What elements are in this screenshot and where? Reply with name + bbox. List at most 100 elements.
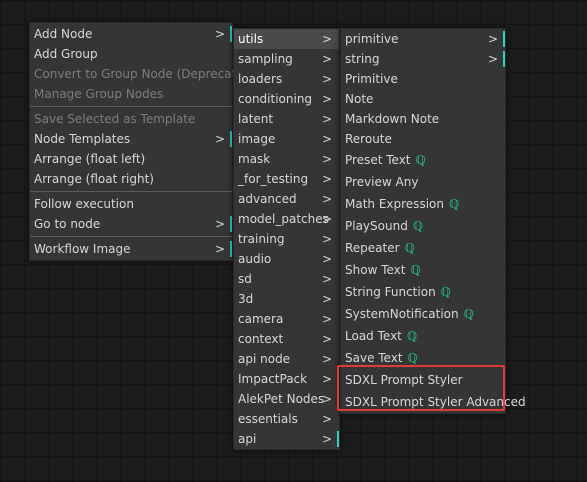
utils-item-preset-text[interactable]: Preset Text ℚ bbox=[341, 149, 505, 171]
menu-item-label: Manage Group Nodes bbox=[34, 87, 164, 101]
menu-item-arrange-float-right[interactable]: Arrange (float right) bbox=[30, 169, 232, 189]
menu-item-label: Workflow Image bbox=[34, 242, 131, 256]
menu-item-label: audio bbox=[238, 252, 272, 266]
utils-item-systemnotification[interactable]: SystemNotification ℚ bbox=[341, 303, 505, 325]
menu-item-label: Arrange (float left) bbox=[34, 152, 146, 166]
menu-item-label: SDXL Prompt Styler bbox=[345, 373, 463, 387]
category-item-advanced[interactable]: advanced > bbox=[234, 189, 339, 209]
menu-separator bbox=[30, 191, 232, 192]
menu-item-arrange-float-left[interactable]: Arrange (float left) bbox=[30, 149, 232, 169]
menu-item-label: Save Selected as Template bbox=[34, 112, 196, 126]
utils-item-string-function[interactable]: String Function ℚ bbox=[341, 281, 505, 303]
category-item-training[interactable]: training > bbox=[234, 229, 339, 249]
menu-separator bbox=[30, 106, 232, 107]
node-badge-icon: ℚ bbox=[406, 329, 418, 343]
category-item-context[interactable]: context > bbox=[234, 329, 339, 349]
category-item-mask[interactable]: mask > bbox=[234, 149, 339, 169]
menu-item-label: Math Expression bbox=[345, 197, 444, 211]
chevron-right-icon: > bbox=[321, 272, 332, 286]
menu-item-label: sd bbox=[238, 272, 252, 286]
chevron-right-icon: > bbox=[321, 312, 332, 326]
category-item-camera[interactable]: camera > bbox=[234, 309, 339, 329]
submenu-indicator bbox=[503, 51, 505, 67]
menu-item-label: utils bbox=[238, 32, 264, 46]
submenu-indicator bbox=[230, 241, 232, 257]
chevron-right-icon: > bbox=[321, 252, 332, 266]
category-item-sd[interactable]: sd > bbox=[234, 269, 339, 289]
menu-item-label: Load Text bbox=[345, 329, 402, 343]
menu-item-label: sampling bbox=[238, 52, 293, 66]
category-item-sampling[interactable]: sampling > bbox=[234, 49, 339, 69]
menu-item-manage-group-nodes: Manage Group Nodes bbox=[30, 84, 232, 104]
utils-item-string[interactable]: string > bbox=[341, 49, 505, 69]
utils-item-sdxl-prompt-styler-advanced[interactable]: SDXL Prompt Styler Advanced bbox=[341, 391, 526, 413]
utils-item-note[interactable]: Note bbox=[341, 89, 505, 109]
menu-item-label: Markdown Note bbox=[345, 112, 440, 126]
node-badge-icon: ℚ bbox=[415, 153, 426, 167]
utils-item-repeater[interactable]: Repeater ℚ bbox=[341, 237, 505, 259]
category-item-loaders[interactable]: loaders > bbox=[234, 69, 339, 89]
category-item-audio[interactable]: audio > bbox=[234, 249, 339, 269]
menu-item-label: SDXL Prompt Styler Advanced bbox=[345, 395, 526, 409]
category-item-api[interactable]: api > bbox=[234, 429, 339, 449]
chevron-right-icon: > bbox=[321, 192, 332, 206]
menu-item-label: Go to node bbox=[34, 217, 101, 231]
category-item-latent[interactable]: latent > bbox=[234, 109, 339, 129]
category-item-api-node[interactable]: api node > bbox=[234, 349, 339, 369]
utils-item-playsound[interactable]: PlaySound ℚ bbox=[341, 215, 505, 237]
menu-item-add-node[interactable]: Add Node > bbox=[30, 24, 232, 44]
utils-item-sdxl-prompt-styler[interactable]: SDXL Prompt Styler bbox=[341, 369, 505, 391]
utils-item-primitive[interactable]: primitive > bbox=[341, 29, 505, 49]
menu-item-label: latent bbox=[238, 112, 274, 126]
chevron-right-icon: > bbox=[214, 242, 225, 256]
chevron-right-icon: > bbox=[321, 92, 332, 106]
menu-item-add-group[interactable]: Add Group bbox=[30, 44, 232, 64]
utils-item-primitive[interactable]: Primitive bbox=[341, 69, 505, 89]
menu-item-label: essentials bbox=[238, 412, 298, 426]
category-item-image[interactable]: image > bbox=[234, 129, 339, 149]
menu-item-label: image bbox=[238, 132, 276, 146]
category-item-alekpet-nodes[interactable]: AlekPet Nodes > bbox=[234, 389, 339, 409]
chevron-right-icon: > bbox=[214, 27, 225, 41]
utils-item-markdown-note[interactable]: Markdown Note bbox=[341, 109, 505, 129]
category-item-model-patches[interactable]: model_patches > bbox=[234, 209, 339, 229]
menu-item-label: Node Templates bbox=[34, 132, 131, 146]
menu-item-go-to-node[interactable]: Go to node > bbox=[30, 214, 232, 234]
utils-item-reroute[interactable]: Reroute bbox=[341, 129, 505, 149]
menu-item-workflow-image[interactable]: Workflow Image > bbox=[30, 239, 232, 259]
chevron-right-icon: > bbox=[321, 132, 332, 146]
category-item-essentials[interactable]: essentials > bbox=[234, 409, 339, 429]
menu-item-label: api node bbox=[238, 352, 291, 366]
menu-item-label: AlekPet Nodes bbox=[238, 392, 325, 406]
chevron-right-icon: > bbox=[321, 372, 332, 386]
category-item-conditioning[interactable]: conditioning > bbox=[234, 89, 339, 109]
menu-item-label: primitive bbox=[345, 32, 399, 46]
category-item-3d[interactable]: 3d > bbox=[234, 289, 339, 309]
chevron-right-icon: > bbox=[321, 432, 332, 446]
category-item-impactpack[interactable]: ImpactPack > bbox=[234, 369, 339, 389]
category-item-utils[interactable]: utils > bbox=[234, 29, 339, 49]
submenu-indicator bbox=[503, 31, 505, 47]
menu-item-label: Repeater bbox=[345, 241, 400, 255]
utils-item-save-text[interactable]: Save Text ℚ bbox=[341, 347, 505, 369]
menu-item-node-templates[interactable]: Node Templates > bbox=[30, 129, 232, 149]
menu-item-label: Primitive bbox=[345, 72, 398, 86]
menu-item-label: loaders bbox=[238, 72, 283, 86]
submenu-indicator bbox=[230, 131, 232, 147]
chevron-right-icon: > bbox=[487, 32, 498, 46]
menu-item-label: Add Group bbox=[34, 47, 98, 61]
utils-item-preview-any[interactable]: Preview Any bbox=[341, 171, 505, 193]
utils-item-math-expression[interactable]: Math Expression ℚ bbox=[341, 193, 505, 215]
utils-submenu: primitive > string > Primitive Note Markdown N… bbox=[340, 28, 526, 414]
utils-item-load-text[interactable]: Load Text ℚ bbox=[341, 325, 505, 347]
chevron-right-icon: > bbox=[321, 72, 332, 86]
utils-item-show-text[interactable]: Show Text ℚ bbox=[341, 259, 505, 281]
menu-item-follow-execution[interactable]: Follow execution bbox=[30, 194, 232, 214]
menu-item-label: camera bbox=[238, 312, 284, 326]
menu-item-label: advanced bbox=[238, 192, 297, 206]
category-item-for-testing[interactable]: _for_testing > bbox=[234, 169, 339, 189]
chevron-right-icon: > bbox=[321, 332, 332, 346]
chevron-right-icon: > bbox=[321, 152, 332, 166]
menu-item-label: model_patches bbox=[238, 212, 329, 226]
node-badge-icon: ℚ bbox=[440, 285, 451, 299]
